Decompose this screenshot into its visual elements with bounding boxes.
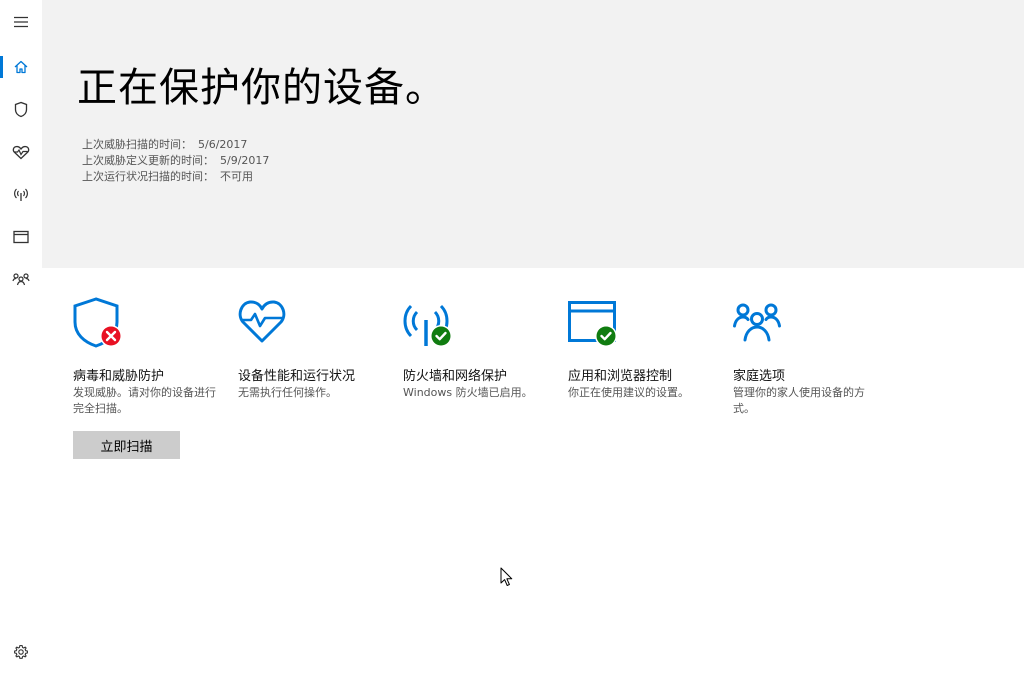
hamburger-menu-button[interactable]: [0, 2, 42, 42]
home-icon: [14, 60, 28, 74]
last-health-scan: 上次运行状况扫描的时间： 不可用: [82, 169, 269, 185]
shield-icon: [14, 101, 28, 117]
hamburger-menu-icon: [14, 16, 28, 28]
nav-virus-protection[interactable]: [0, 89, 42, 129]
firewall-antenna-icon: [403, 296, 459, 352]
tile-app-browser-control[interactable]: 应用和浏览器控制 你正在使用建议的设置。: [568, 296, 718, 401]
heart-health-icon: [12, 145, 30, 159]
tile-title: 应用和浏览器控制: [568, 369, 673, 384]
heart-health-icon: [238, 296, 294, 352]
tile-title: 家庭选项: [733, 369, 786, 384]
scan-now-button[interactable]: 立即扫描: [73, 431, 180, 459]
tile-virus-threat-protection[interactable]: 病毒和威胁防护 发现威胁。请对你的设备进行完全扫描。: [73, 296, 223, 417]
tile-description: 管理你的家人使用设备的方式。: [733, 386, 865, 415]
nav-app-browser[interactable]: [0, 217, 42, 257]
tile-firewall-network[interactable]: 防火墙和网络保护 Windows 防火墙已启用。: [403, 296, 553, 401]
tile-title: 设备性能和运行状况: [238, 369, 356, 384]
tile-device-health[interactable]: 设备性能和运行状况 无需执行任何操作。: [238, 296, 388, 401]
browser-window-icon: [13, 230, 29, 244]
last-definition-update: 上次威胁定义更新的时间： 5/9/2017: [82, 153, 269, 169]
mouse-pointer-icon: [500, 567, 513, 586]
settings-button[interactable]: [0, 632, 42, 672]
gear-icon: [14, 644, 28, 659]
browser-window-icon: [568, 296, 624, 352]
last-definition-update-value: 5/9/2017: [220, 154, 270, 167]
last-threat-scan-label: 上次威胁扫描的时间：: [82, 138, 192, 151]
family-people-icon: [12, 273, 30, 286]
last-health-scan-label: 上次运行状况扫描的时间：: [82, 170, 214, 183]
tile-family-options[interactable]: 家庭选项 管理你的家人使用设备的方式。: [733, 296, 883, 417]
sidebar: [0, 0, 42, 679]
tile-description: 发现威胁。请对你的设备进行完全扫描。: [73, 386, 216, 415]
tile-description: 无需执行任何操作。: [238, 386, 337, 399]
tile-description: Windows 防火墙已启用。: [403, 386, 533, 399]
last-definition-update-label: 上次威胁定义更新的时间：: [82, 154, 214, 167]
nav-home[interactable]: [0, 47, 42, 87]
last-health-scan-value: 不可用: [220, 170, 253, 183]
last-threat-scan: 上次威胁扫描的时间： 5/6/2017: [82, 137, 269, 153]
scan-info: 上次威胁扫描的时间： 5/6/2017 上次威胁定义更新的时间： 5/9/2017 …: [82, 137, 269, 185]
nav-device-health[interactable]: [0, 132, 42, 172]
tile-title: 防火墙和网络保护: [403, 369, 508, 384]
tile-title: 病毒和威胁防护: [73, 369, 165, 384]
family-people-icon: [733, 296, 789, 352]
shield-error-icon: [73, 296, 129, 352]
tile-description: 你正在使用建议的设置。: [568, 386, 689, 399]
hero-banner: 正在保护你的设备。 上次威胁扫描的时间： 5/6/2017 上次威胁定义更新的时间…: [42, 0, 1024, 268]
nav-firewall[interactable]: [0, 174, 42, 214]
wireless-signal-icon: [14, 188, 28, 201]
last-threat-scan-value: 5/6/2017: [198, 138, 248, 151]
nav-family[interactable]: [0, 259, 42, 299]
page-title: 正在保护你的设备。: [77, 65, 446, 111]
